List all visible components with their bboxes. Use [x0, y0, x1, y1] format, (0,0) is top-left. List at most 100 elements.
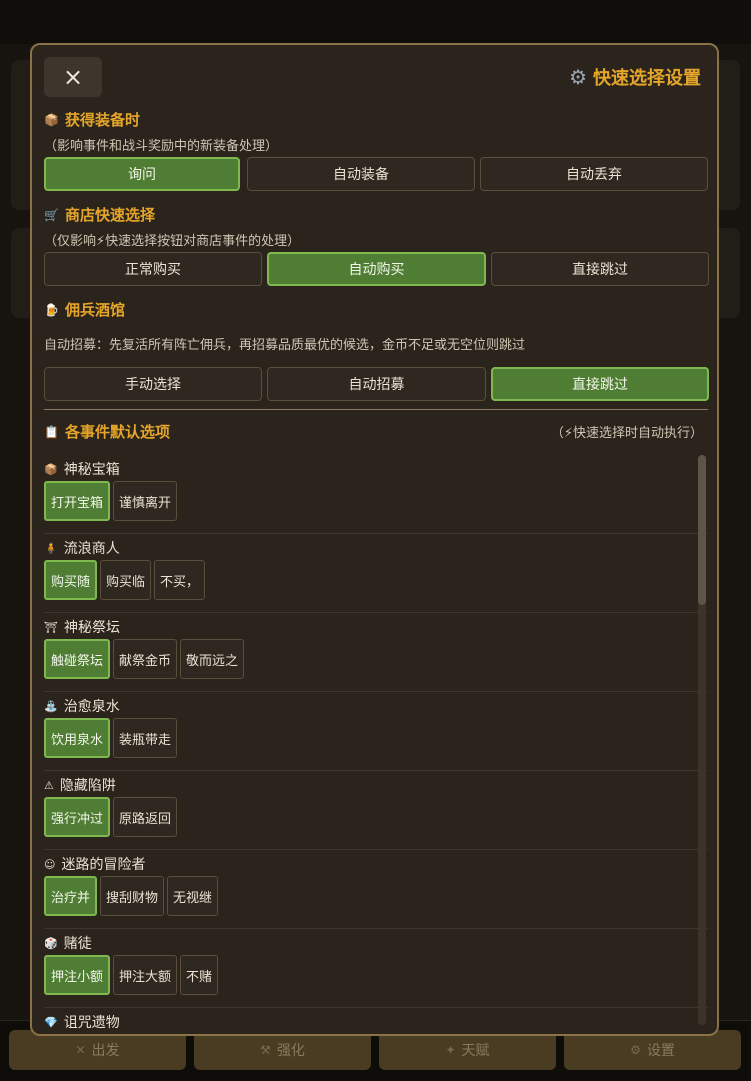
tavern-option-manual[interactable]: 手动选择 [44, 367, 262, 401]
event-name: 💎 诅咒遗物 [44, 1012, 120, 1031]
event-options: 触碰祭坛 献祭金币 敬而远之 [44, 639, 245, 679]
nav-settings-label: 设置 [646, 1043, 675, 1059]
event-row: 📦 神秘宝箱打开宝箱 谨慎离开 [44, 455, 708, 534]
gear-icon: ⚙ [569, 65, 587, 89]
gem-icon: 💎 [44, 1015, 58, 1029]
events-section-title: 📋 各事件默认选项 [44, 421, 170, 442]
event-name: 📦 神秘宝箱 [44, 459, 120, 479]
event-option-button[interactable]: 谨慎离开 [113, 481, 178, 521]
event-name-text: 赌徒 [63, 936, 92, 952]
event-name: ⛲ 治愈泉水 [44, 696, 120, 716]
event-option-button[interactable]: 购买随 [44, 560, 98, 600]
modal-title: ⚙ 快速选择设置 [569, 65, 701, 89]
event-option-button[interactable]: 献祭金币 [113, 639, 178, 679]
sparkle-icon: ✦ [445, 1043, 456, 1057]
event-name-text: 隐藏陷阱 [59, 778, 116, 794]
event-options: 购买随 购买临 不买， [44, 560, 206, 600]
events-title-text: 各事件默认选项 [64, 423, 170, 441]
event-options: 饮用泉水 装瓶带走 [44, 718, 178, 758]
tavern-title-text: 佣兵酒馆 [64, 301, 125, 319]
fountain-icon: ⛲ [44, 699, 58, 713]
event-name-text: 神秘宝箱 [63, 462, 120, 478]
merchant-icon: 🧍 [44, 541, 58, 555]
close-button[interactable]: × [44, 57, 102, 97]
shop-option-normal-buy[interactable]: 正常购买 [44, 252, 262, 286]
event-name-text: 治愈泉水 [63, 699, 120, 715]
event-name: ⛩ 神秘祭坛 [44, 617, 120, 637]
event-option-button[interactable]: 装瓶带走 [113, 718, 178, 758]
event-option-button[interactable]: 不买， [154, 560, 206, 600]
event-option-button[interactable]: 强行冲过 [44, 797, 111, 837]
shop-option-auto-buy[interactable]: 自动购买 [267, 252, 486, 286]
hammer-icon: ⚒ [260, 1043, 271, 1057]
event-row: 🎲 赌徒押注小额 押注大额 不赌 [44, 929, 708, 1008]
event-row: ⚠ 隐藏陷阱强行冲过 原路返回 [44, 771, 708, 850]
clipboard-icon: 📋 [44, 424, 59, 439]
event-name-text: 迷路的冒险者 [61, 857, 146, 873]
equipment-section-title: 📦 获得装备时 [44, 109, 140, 130]
event-options: 治疗并 搜刮财物 无视继 [44, 876, 219, 916]
nav-upgrade-button[interactable]: ⚒ 强化 [194, 1030, 371, 1070]
event-row: ☺ 迷路的冒险者治疗并 搜刮财物 无视继 [44, 850, 708, 929]
cart-icon: 🛒 [44, 207, 59, 222]
event-option-button[interactable]: 治疗并 [44, 876, 98, 916]
event-options: 押注小额 押注大额 不赌 [44, 955, 219, 995]
tavern-desc: 自动招募：先复活所有阵亡佣兵，再招募品质最优的候选，金币不足或无空位则跳过 [44, 338, 526, 353]
tavern-option-auto-recruit[interactable]: 自动招募 [267, 367, 486, 401]
event-option-button[interactable]: 不赌 [180, 955, 219, 995]
event-option-button[interactable]: 打开宝箱 [44, 481, 111, 521]
nav-depart-label: 出发 [91, 1043, 120, 1059]
event-option-button[interactable]: 饮用泉水 [44, 718, 111, 758]
event-option-button[interactable]: 购买临 [100, 560, 152, 600]
equipment-option-ask[interactable]: 询问 [44, 157, 240, 191]
event-name: 🎲 赌徒 [44, 933, 92, 953]
modal-title-text: 快速选择设置 [593, 68, 701, 89]
beer-icon: 🍺 [44, 302, 59, 317]
chest-icon: 📦 [44, 462, 58, 476]
event-row: ⛲ 治愈泉水饮用泉水 装瓶带走 [44, 692, 708, 771]
event-option-button[interactable]: 原路返回 [113, 797, 178, 837]
section-divider [44, 409, 708, 410]
event-name: 🧍 流浪商人 [44, 538, 120, 558]
event-option-button[interactable]: 敬而远之 [180, 639, 245, 679]
nav-upgrade-label: 强化 [276, 1043, 305, 1059]
equipment-desc: （影响事件和战斗奖励中的新装备处理） [44, 139, 279, 154]
event-row: 💎 诅咒遗物 [44, 1008, 708, 1031]
event-list-scrollbar[interactable] [698, 455, 706, 1025]
shop-title-text: 商店快速选择 [64, 206, 155, 224]
shop-section-title: 🛒 商店快速选择 [44, 204, 155, 225]
event-option-button[interactable]: 押注小额 [44, 955, 111, 995]
quick-select-settings-modal: × ⚙ 快速选择设置 📦 获得装备时 （影响事件和战斗奖励中的新装备处理） 询问… [30, 43, 719, 1036]
warning-icon: ⚠ [44, 778, 54, 792]
nav-settings-button[interactable]: ⚙ 设置 [564, 1030, 741, 1070]
box-icon: 📦 [44, 112, 59, 127]
event-name: ☺ 迷路的冒险者 [44, 854, 145, 874]
nav-depart-button[interactable]: ✕ 出发 [9, 1030, 186, 1070]
event-option-button[interactable]: 无视继 [167, 876, 219, 916]
gear-icon: ⚙ [630, 1043, 641, 1057]
dice-icon: 🎲 [44, 936, 58, 950]
scrollbar-thumb[interactable] [698, 455, 706, 605]
shop-option-skip[interactable]: 直接跳过 [491, 252, 709, 286]
tavern-section-title: 🍺 佣兵酒馆 [44, 299, 125, 320]
event-name-text: 诅咒遗物 [63, 1015, 120, 1031]
tavern-option-skip[interactable]: 直接跳过 [491, 367, 709, 401]
close-icon: × [62, 63, 84, 91]
event-option-button[interactable]: 搜刮财物 [100, 876, 165, 916]
event-option-button[interactable]: 押注大额 [113, 955, 178, 995]
event-options: 强行冲过 原路返回 [44, 797, 178, 837]
event-name-text: 神秘祭坛 [63, 620, 120, 636]
event-option-button[interactable]: 触碰祭坛 [44, 639, 111, 679]
nav-talent-button[interactable]: ✦ 天赋 [379, 1030, 556, 1070]
nav-talent-label: 天赋 [461, 1043, 490, 1059]
event-row: ⛩ 神秘祭坛触碰祭坛 献祭金币 敬而远之 [44, 613, 708, 692]
torii-icon: ⛩ [44, 620, 58, 634]
event-list: 📦 神秘宝箱打开宝箱 谨慎离开 🧍 流浪商人 购买随 购买临 不买， ⛩ 神秘祭坛触碰祭坛 献祭金币… [44, 455, 708, 1031]
equipment-option-auto-equip[interactable]: 自动装备 [247, 157, 475, 191]
event-options: 打开宝箱 谨慎离开 [44, 481, 178, 521]
adventurer-icon: ☺ [44, 857, 56, 871]
swords-icon: ✕ [75, 1043, 86, 1057]
shop-desc: （仅影响⚡快速选择按钮对商店事件的处理） [44, 234, 301, 249]
equipment-option-auto-discard[interactable]: 自动丢弃 [480, 157, 708, 191]
top-bar-background [0, 0, 751, 44]
